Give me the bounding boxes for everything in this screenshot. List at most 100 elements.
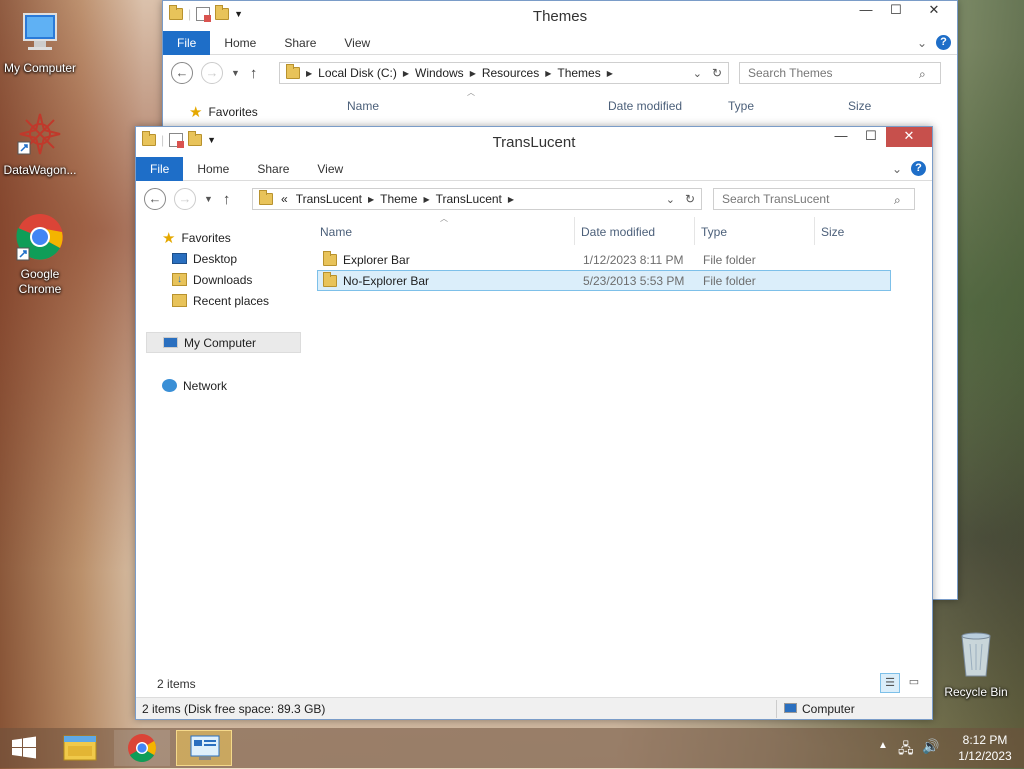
tab-home[interactable]: Home (183, 157, 243, 181)
search-icon[interactable]: ⌕ (894, 193, 901, 208)
recent-locations-icon[interactable]: ▼ (204, 194, 213, 204)
tab-file[interactable]: File (163, 30, 211, 55)
start-button[interactable] (0, 730, 48, 766)
column-header-date[interactable]: Date modified (581, 225, 655, 239)
search-icon[interactable]: ⌕ (919, 67, 926, 82)
minimize-button[interactable]: — (851, 1, 881, 21)
computer-icon (23, 13, 57, 50)
recent-locations-icon[interactable]: ▼ (231, 68, 240, 78)
column-divider[interactable] (814, 217, 815, 245)
folder-icon (323, 271, 337, 287)
details-view-button[interactable]: ☰ (880, 673, 900, 693)
tab-share[interactable]: Share (270, 31, 330, 55)
file-explorer-icon (63, 735, 97, 761)
address-dropdown-icon[interactable]: ⌄ (693, 67, 702, 80)
tab-share[interactable]: Share (243, 157, 303, 181)
desktop-icon-google-chrome[interactable]: Google Chrome (0, 212, 80, 297)
star-icon: ★ (162, 229, 176, 247)
taskbar-chrome[interactable] (114, 730, 170, 766)
column-divider[interactable] (574, 217, 575, 245)
taskbar-control-panel[interactable] (176, 730, 232, 766)
forward-button[interactable]: → (174, 188, 196, 210)
nav-my-computer[interactable]: My Computer (146, 332, 301, 353)
help-icon[interactable]: ? (911, 161, 926, 176)
refresh-icon[interactable]: ↻ (685, 192, 695, 206)
file-date: 1/12/2023 8:11 PM (583, 252, 684, 267)
up-button[interactable]: ↑ (223, 191, 231, 208)
column-header-name[interactable]: Name (347, 99, 379, 113)
search-input[interactable]: Search TransLucent (713, 188, 915, 210)
back-button[interactable]: ← (144, 188, 166, 210)
breadcrumb-item[interactable]: TransLucent (436, 192, 502, 206)
control-panel-icon (190, 735, 220, 760)
breadcrumb-item[interactable]: Themes (557, 66, 600, 80)
tab-file[interactable]: File (136, 156, 184, 181)
folder-icon (286, 64, 300, 79)
translucent-window[interactable]: | ▼ TransLucent — ☐ ✕ File Home Share Vi… (135, 126, 933, 720)
downloads-icon: ↓ (172, 273, 187, 286)
desktop-icon-recycle-bin[interactable]: Recycle Bin (936, 630, 1016, 699)
nav-recent-places[interactable]: Recent places (162, 290, 302, 311)
ribbon-tabs: File Home Share View ⌄ ? (136, 156, 932, 181)
volume-icon[interactable]: 🔊 (922, 738, 939, 755)
column-header-size[interactable]: Size (848, 99, 871, 113)
address-bar[interactable]: ▶ Local Disk (C:) ▶ Windows ▶ Resources … (279, 62, 729, 84)
address-dropdown-icon[interactable]: ⌄ (666, 193, 675, 206)
window-title: TransLucent (492, 134, 576, 151)
status-text: 2 items (Disk free space: 89.3 GB) (142, 701, 326, 716)
nav-network[interactable]: Network (162, 375, 227, 396)
tab-home[interactable]: Home (210, 31, 270, 55)
column-header-type[interactable]: Type (728, 99, 754, 113)
desktop-icon (172, 253, 187, 264)
breadcrumb-item[interactable]: Theme (380, 192, 417, 206)
column-header-type[interactable]: Type (701, 225, 727, 239)
title-bar[interactable]: | ▼ TransLucent — ☐ ✕ (136, 127, 932, 157)
minimize-button[interactable]: — (826, 127, 856, 147)
column-divider[interactable] (694, 217, 695, 245)
breadcrumb-item[interactable]: Local Disk (C:) (318, 66, 397, 80)
close-button[interactable]: ✕ (886, 127, 932, 147)
breadcrumb-overflow[interactable]: « (281, 192, 288, 206)
maximize-button[interactable]: ☐ (881, 1, 911, 21)
desktop-icon-datawagon[interactable]: DataWagon... (0, 110, 80, 177)
tab-view[interactable]: View (330, 31, 384, 55)
search-input[interactable]: Search Themes (739, 62, 941, 84)
close-button[interactable]: ✕ (911, 1, 957, 21)
tab-view[interactable]: View (303, 157, 357, 181)
nav-favorites[interactable]: ★ Favorites (162, 227, 302, 248)
column-header-date[interactable]: Date modified (608, 99, 682, 113)
clock[interactable]: 8:12 PM 1/12/2023 (950, 732, 1020, 764)
file-row-selected[interactable]: No-Explorer Bar 5/23/2013 5:53 PM File f… (317, 270, 891, 291)
back-button[interactable]: ← (171, 62, 193, 84)
title-bar[interactable]: | ▼ Themes — ☐ ✕ (163, 1, 957, 31)
folder-icon (323, 250, 337, 266)
clock-time: 8:12 PM (962, 733, 1008, 747)
address-bar[interactable]: « TransLucent ▶ Theme ▶ TransLucent ▶ ⌄ … (252, 188, 702, 210)
refresh-icon[interactable]: ↻ (712, 66, 722, 80)
window-title: Themes (532, 8, 588, 25)
column-header-size[interactable]: Size (821, 225, 844, 239)
maximize-button[interactable]: ☐ (856, 127, 886, 147)
network-status-icon[interactable]: 🖧 (898, 738, 914, 762)
show-hidden-icons-icon[interactable]: ▲ (878, 740, 888, 751)
file-row[interactable]: Explorer Bar 1/12/2023 8:11 PM File fold… (317, 249, 891, 270)
breadcrumb-item[interactable]: Resources (482, 66, 539, 80)
expand-ribbon-icon[interactable]: ⌄ (892, 162, 902, 176)
breadcrumb-item[interactable]: Windows (415, 66, 464, 80)
taskbar-file-explorer[interactable] (52, 730, 108, 766)
nav-favorites[interactable]: ★ Favorites (189, 101, 258, 122)
column-header-name[interactable]: Name (320, 225, 352, 239)
help-icon[interactable]: ? (936, 35, 951, 50)
chrome-icon (128, 734, 156, 762)
desktop-icon-my-computer[interactable]: My Computer (0, 8, 80, 75)
forward-button[interactable]: → (201, 62, 223, 84)
large-icons-view-button[interactable]: ▭ (904, 673, 924, 693)
up-button[interactable]: ↑ (250, 65, 258, 82)
navigation-pane: ★ Favorites Desktop ↓ Downloads Recent pla… (162, 227, 302, 311)
breadcrumb-item[interactable]: TransLucent (296, 192, 362, 206)
status-location: Computer (802, 702, 855, 716)
expand-ribbon-icon[interactable]: ⌄ (917, 36, 927, 50)
nav-downloads[interactable]: ↓ Downloads (162, 269, 302, 290)
nav-desktop[interactable]: Desktop (162, 248, 302, 269)
address-bar-row: ← → ▼ ↑ « TransLucent ▶ Theme ▶ TransLuc… (136, 181, 932, 217)
